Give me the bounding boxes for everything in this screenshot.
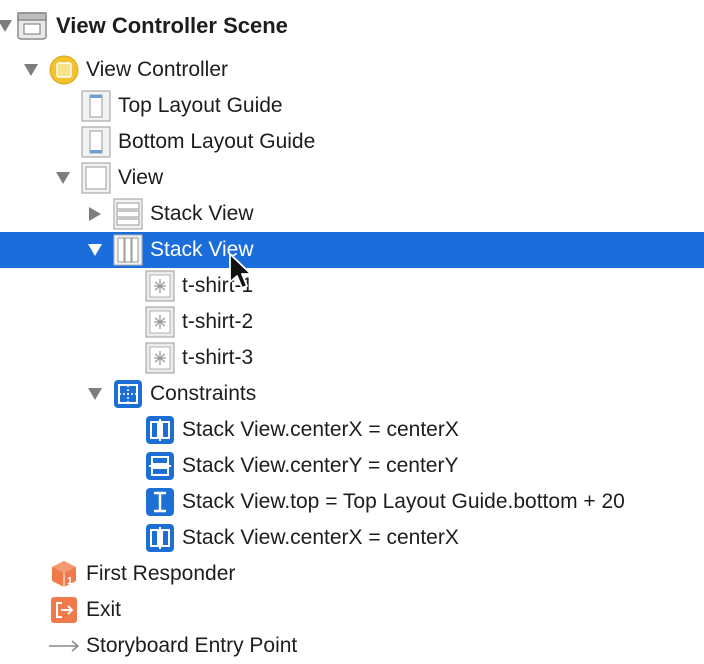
outline-row-first-responder[interactable]: 1 First Responder [0, 556, 704, 592]
exit-icon [48, 594, 80, 626]
outline-row-view[interactable]: View [0, 160, 704, 196]
image-view-icon [144, 342, 176, 374]
outline-row-constraint[interactable]: Stack View.centerX = centerX [0, 412, 704, 448]
constraint-label: Stack View.centerX = centerX [182, 526, 459, 549]
outline-row-top-layout-guide[interactable]: Top Layout Guide [0, 88, 704, 124]
image-view-icon [144, 270, 176, 302]
outline-row-image-view[interactable]: t-shirt-2 [0, 304, 704, 340]
stack-view-label: Stack View [150, 202, 254, 225]
first-responder-cube-icon: 1 [48, 558, 80, 590]
constraints-label: Constraints [150, 382, 257, 405]
outline-row-view-controller[interactable]: View Controller [0, 52, 704, 88]
disclosure-expanded-icon[interactable] [84, 376, 106, 412]
exit-label: Exit [86, 598, 122, 621]
outline-row-stack-view-horizontal[interactable]: Stack View [0, 196, 704, 232]
outline-row-constraint[interactable]: Stack View.top = Top Layout Guide.bottom… [0, 484, 704, 520]
outline-row-image-view[interactable]: t-shirt-1 [0, 268, 704, 304]
disclosure-expanded-icon[interactable] [20, 52, 42, 88]
outline-row-entry-point[interactable]: Storyboard Entry Point [0, 628, 704, 664]
image-view-label: t-shirt-2 [182, 310, 254, 333]
view-controller-label: View Controller [86, 58, 229, 81]
outline-row-image-view[interactable]: t-shirt-3 [0, 340, 704, 376]
disclosure-expanded-icon[interactable] [84, 232, 106, 268]
layout-guide-icon [80, 126, 112, 158]
layout-guide-icon [80, 90, 112, 122]
view-label: View [118, 166, 164, 189]
entry-point-label: Storyboard Entry Point [86, 634, 298, 657]
mouse-pointer-icon [228, 252, 254, 292]
outline-row-constraints[interactable]: Constraints [0, 376, 704, 412]
outline-row-stack-view-selected[interactable]: Stack View [0, 232, 704, 268]
scene-icon [16, 10, 48, 42]
constraints-group-icon [112, 378, 144, 410]
image-view-label: t-shirt-3 [182, 346, 254, 369]
vertical-spacing-constraint-icon [144, 486, 176, 518]
stack-view-vertical-icon [112, 234, 144, 266]
outline-row-constraint[interactable]: Stack View.centerX = centerX [0, 520, 704, 556]
outline-row-exit[interactable]: Exit [0, 592, 704, 628]
constraint-label: Stack View.centerX = centerX [182, 418, 459, 441]
scene-title: View Controller Scene [56, 13, 288, 38]
outline-row-bottom-layout-guide[interactable]: Bottom Layout Guide [0, 124, 704, 160]
image-view-icon [144, 306, 176, 338]
outline-row-constraint[interactable]: Stack View.centerY = centerY [0, 448, 704, 484]
constraint-label: Stack View.centerY = centerY [182, 454, 459, 477]
disclosure-expanded-icon[interactable] [52, 160, 74, 196]
outline-row-scene[interactable]: View Controller Scene [0, 8, 704, 44]
stack-view-icon [112, 198, 144, 230]
disclosure-expanded-icon[interactable] [0, 8, 16, 44]
bottom-layout-guide-label: Bottom Layout Guide [118, 130, 316, 153]
disclosure-collapsed-icon[interactable] [84, 196, 106, 232]
top-layout-guide-label: Top Layout Guide [118, 94, 283, 117]
center-x-constraint-icon [144, 414, 176, 446]
center-x-constraint-icon [144, 522, 176, 554]
constraint-label: Stack View.top = Top Layout Guide.bottom… [182, 490, 625, 513]
svg-text:1: 1 [67, 576, 73, 587]
entry-point-arrow-icon [48, 630, 80, 662]
first-responder-label: First Responder [86, 562, 236, 585]
view-controller-icon [48, 54, 80, 86]
view-icon [80, 162, 112, 194]
center-y-constraint-icon [144, 450, 176, 482]
